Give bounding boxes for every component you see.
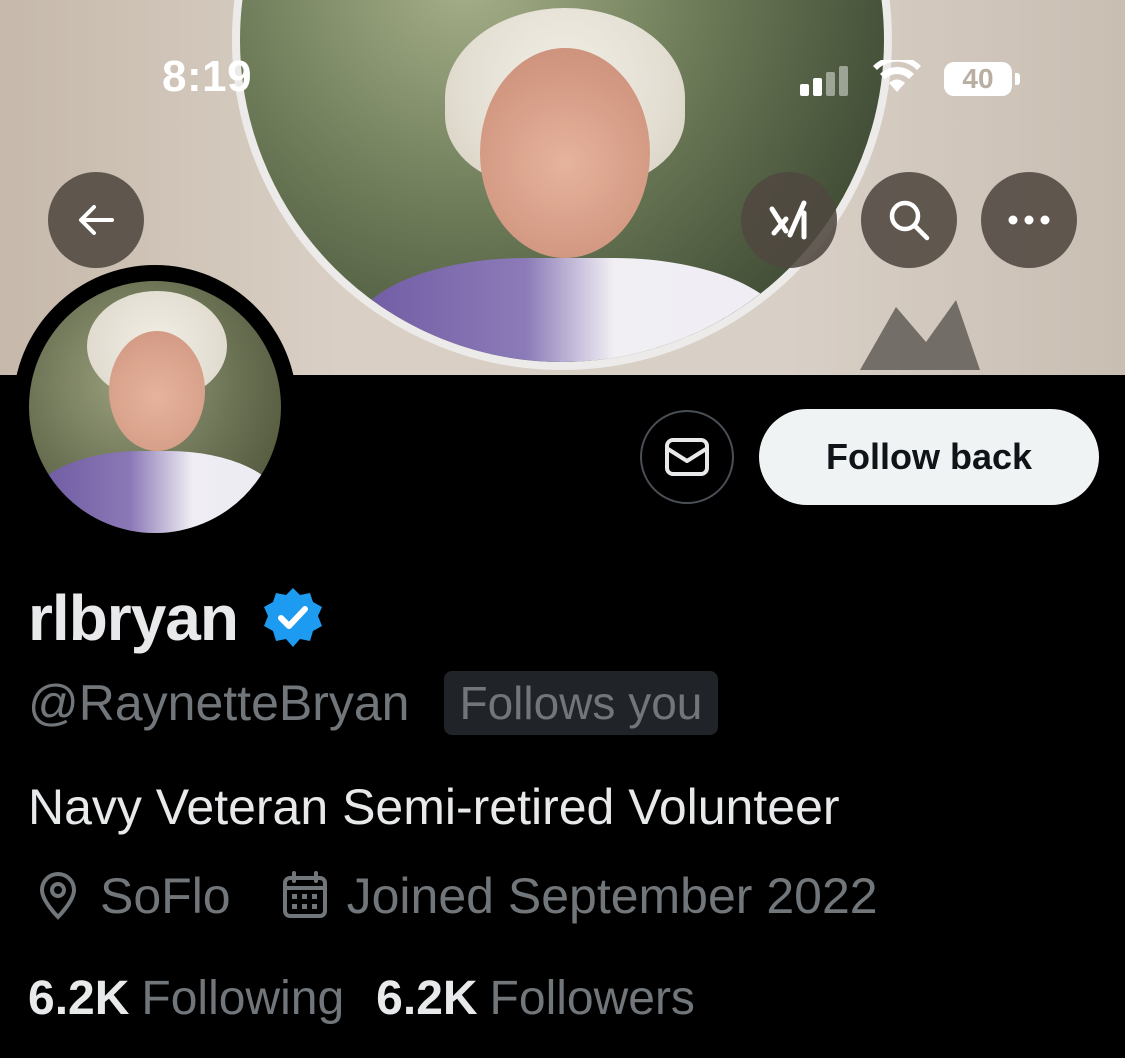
message-button[interactable] (640, 410, 734, 504)
arrow-left-icon (79, 205, 114, 235)
follow-stats: 6.2K Following 6.2K Followers (28, 966, 695, 1030)
verified-badge-icon[interactable] (260, 585, 326, 651)
mail-icon (665, 438, 709, 476)
followers-label: Followers (489, 971, 695, 1025)
display-name-row: rlbryan (28, 578, 326, 658)
grok-icon (769, 200, 807, 240)
display-name: rlbryan (28, 582, 239, 654)
avatar[interactable] (13, 265, 297, 549)
follows-you-badge: Follows you (443, 671, 719, 735)
following-label: Following (141, 971, 345, 1025)
battery-icon: 40 (944, 62, 1020, 96)
profile-screen: 8:19 40 Follow back rlbryan @RaynetteBry… (0, 0, 1125, 1058)
profile-meta: SoFlo Joined September 2022 (32, 864, 878, 928)
joined-date: Joined September 2022 (346, 868, 878, 924)
avatar-photo (29, 281, 281, 533)
handle-row: @RaynetteBryan Follows you (28, 668, 719, 738)
banner-decoration (860, 300, 980, 370)
handle: @RaynetteBryan (28, 675, 410, 731)
status-icons: 40 (800, 60, 1040, 100)
bio: Navy Veteran Semi-retired Volunteer (28, 779, 840, 835)
followers-count: 6.2K (376, 971, 478, 1025)
followers-link[interactable]: 6.2K Followers (376, 971, 695, 1026)
calendar-icon (282, 871, 327, 918)
battery-level: 40 (944, 62, 1012, 96)
search-button[interactable] (861, 172, 957, 268)
follow-back-button[interactable]: Follow back (759, 409, 1099, 505)
location-pin-icon (39, 872, 77, 920)
more-icon (1008, 215, 1050, 225)
back-button[interactable] (48, 172, 144, 268)
wifi-icon (873, 60, 921, 92)
location: SoFlo (100, 868, 231, 924)
search-icon (889, 200, 930, 241)
following-count: 6.2K (28, 971, 130, 1025)
more-button[interactable] (981, 172, 1077, 268)
status-time: 8:19 (162, 52, 253, 101)
grok-button[interactable] (741, 172, 837, 268)
following-link[interactable]: 6.2K Following (28, 971, 344, 1026)
signal-icon (800, 66, 850, 96)
